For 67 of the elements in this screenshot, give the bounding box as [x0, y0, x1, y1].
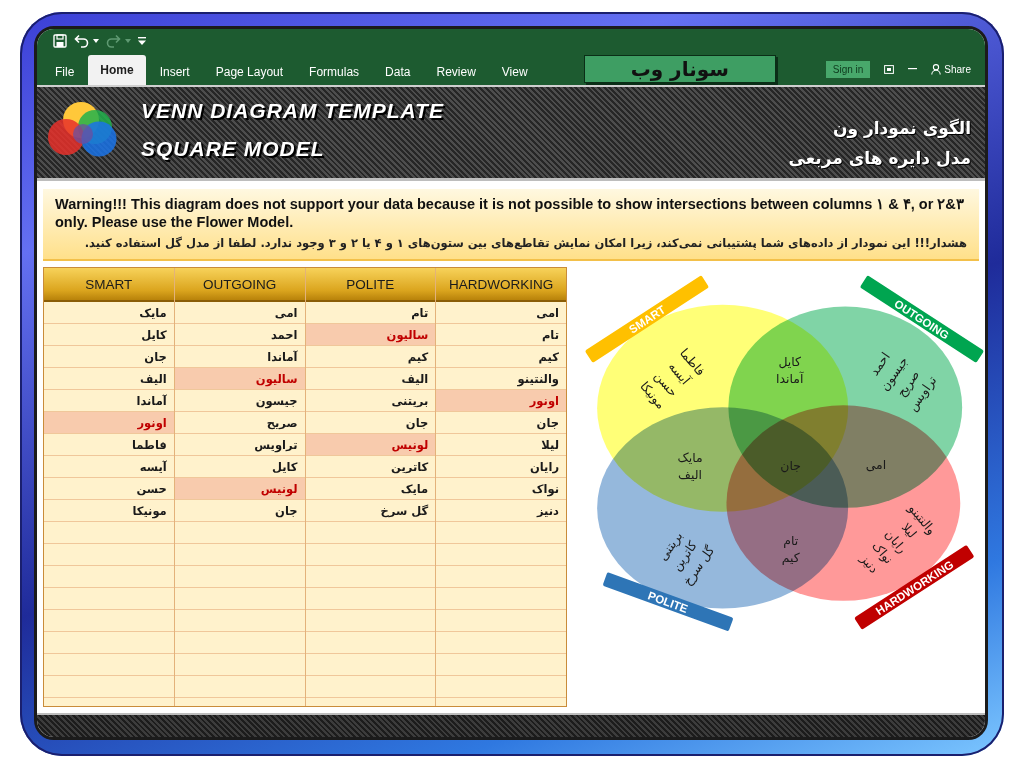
member-name: جان	[780, 458, 801, 474]
table-cell: مایک	[44, 302, 174, 324]
ribbon-tab[interactable]: Insert	[147, 59, 202, 85]
customize-icon[interactable]	[138, 37, 146, 45]
table-cell: اونور	[44, 412, 174, 434]
ribbon-tab[interactable]: Formulas	[297, 59, 372, 85]
table-cell: لونیس	[305, 434, 436, 456]
table-cell: لونیس	[174, 478, 305, 500]
table-cell: بریتنی	[305, 390, 436, 412]
table-cell: رایان	[436, 456, 566, 478]
table-cell: کیم	[436, 346, 566, 368]
ribbon-tab[interactable]: Data	[373, 59, 423, 85]
template-title: الگوی نمودار ون	[832, 117, 971, 140]
caret-icon[interactable]	[93, 39, 99, 43]
save-icon[interactable]	[53, 34, 67, 48]
member-name: مایک	[677, 449, 703, 465]
table-cell: جان	[436, 412, 566, 434]
column-header: POLITE	[305, 268, 436, 302]
member-name: تام	[783, 532, 799, 548]
table-cell: الیف	[44, 368, 174, 390]
table-cell: دنیز	[436, 500, 566, 522]
table-cell: احمد	[174, 324, 305, 346]
column-header: HARDWORKING	[436, 268, 566, 302]
ribbon-tab[interactable]: Review	[424, 59, 488, 85]
ribbon-tab[interactable]: File	[43, 59, 87, 85]
table-cell: جان	[44, 346, 174, 368]
restore-icon[interactable]	[884, 64, 895, 74]
table-cell: امی	[174, 302, 305, 324]
table-cell: مونیکا	[44, 500, 174, 522]
warning-text: Warning!!! This diagram does not support your data because it is not possible to show intersections between columns ۱ & ۴, or ۲&۳ only. Please use the Flower Model.	[55, 195, 965, 231]
table-cell: لیلا	[436, 434, 566, 456]
table-cell: حسن	[44, 478, 174, 500]
member-name: آماندا	[776, 370, 804, 386]
warning-text: هشدار!!! این نمودار از داده‌های شما پشتیبانی نمی‌کند، زیرا امکان نمایش تقاطع‌های بین ستون‌های ۱ و ۴ یا ۲ و ۳ وجود ندارد. لطفا از مدل گل استفاده کنید.	[83, 235, 967, 252]
template-title: مدل دایره های مربعی	[788, 147, 971, 170]
table-cell: سالیون	[305, 324, 436, 346]
table-cell: تراویس	[174, 434, 305, 456]
table-cell: آیسه	[44, 456, 174, 478]
table-cell: امی	[436, 302, 566, 324]
table-cell: نواک	[436, 478, 566, 500]
table-cell: کایل	[44, 324, 174, 346]
share-button[interactable]: Share	[931, 61, 971, 77]
member-name: کیم	[781, 550, 800, 566]
template-title: SQUARE MODEL	[141, 137, 326, 161]
table-cell: سالیون	[174, 368, 305, 390]
member-name: امی	[865, 457, 887, 473]
table-cell: جیسون	[174, 390, 305, 412]
table-cell: گل سرخ	[305, 500, 436, 522]
column-header: OUTGOING	[174, 268, 305, 302]
ribbon-tab[interactable]: Home	[88, 55, 146, 85]
member-name: الیف	[678, 466, 702, 482]
ribbon-tab[interactable]: View	[489, 59, 540, 85]
minimize-icon[interactable]	[908, 68, 918, 70]
member-name: کایل	[778, 353, 801, 369]
sign-in-button[interactable]: Sign in	[825, 60, 871, 78]
template-title: VENN DIAGRAM TEMPLATE	[141, 99, 444, 123]
table-cell: تام	[436, 324, 566, 346]
table-cell: جان	[174, 500, 305, 522]
person-icon	[931, 63, 942, 75]
table-cell: اونور	[436, 390, 566, 412]
brand-name: سونار وب	[583, 55, 776, 83]
ribbon-tab[interactable]: Page Layout	[203, 59, 296, 85]
table-cell: کیم	[305, 346, 436, 368]
table-cell: فاطما	[44, 434, 174, 456]
undo-icon[interactable]	[74, 34, 89, 48]
column-header: SMART	[44, 268, 174, 302]
table-cell: کاترین	[305, 456, 436, 478]
